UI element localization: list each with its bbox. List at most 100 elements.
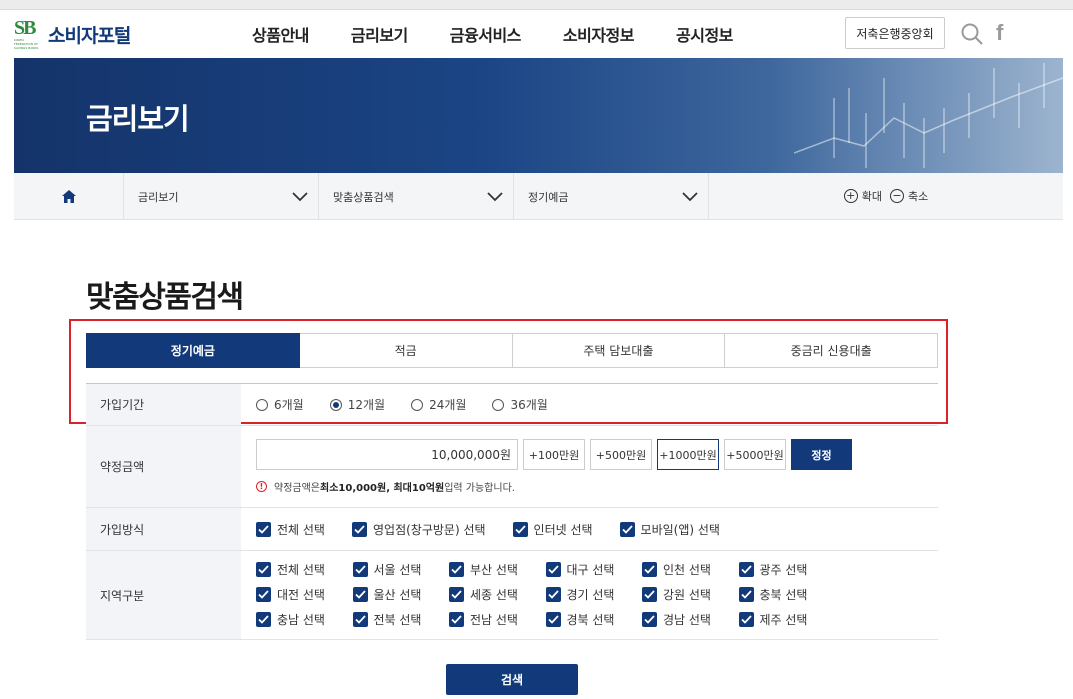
period-row: 가입기간 6개월 12개월 24개월 36개월 xyxy=(86,384,938,426)
search-form: 가입기간 6개월 12개월 24개월 36개월 약정금액 10,000,000원… xyxy=(86,383,938,640)
amount-row: 약정금액 10,000,000원 +100만원 +500만원 +1000만원 +… xyxy=(86,426,938,508)
menu-item-rates[interactable]: 금리보기 xyxy=(351,22,408,46)
region-checkbox[interactable]: 강원 선택 xyxy=(642,586,739,603)
period-radio-12m[interactable]: 12개월 xyxy=(329,396,386,413)
plus-circle-icon: + xyxy=(843,189,858,203)
radio-icon xyxy=(411,398,424,411)
checkbox-checked-icon xyxy=(449,612,464,627)
breadcrumb-level1[interactable]: 금리보기 xyxy=(124,173,319,220)
banner-title: 금리보기 xyxy=(86,102,190,136)
region-row: 지역구분 전체 선택 서울 선택 부산 선택 대구 선택 인천 선택 광주 선택대전 선택… xyxy=(86,551,938,640)
association-button[interactable]: 저축은행중앙회 xyxy=(845,17,945,49)
breadcrumb-level2[interactable]: 맞춤상품검색 xyxy=(319,173,514,220)
checkbox-checked-icon xyxy=(642,612,657,627)
global-navigation: SB KOREA FEDERATION OF SAVINGS BANKS 소비자… xyxy=(0,10,1073,58)
region-checkbox[interactable]: 경북 선택 xyxy=(545,611,643,628)
amount-wrap: 10,000,000원 +100만원 +500만원 +1000만원 +5000만… xyxy=(256,439,852,494)
region-checkbox[interactable]: 광주 선택 xyxy=(738,561,836,578)
home-button[interactable] xyxy=(14,173,124,220)
logo-text: 소비자포털 xyxy=(48,24,131,47)
add-500-button[interactable]: +500만원 xyxy=(590,439,652,470)
period-radio-24m[interactable]: 24개월 xyxy=(411,396,466,413)
region-checkbox[interactable]: 충남 선택 xyxy=(256,611,353,628)
zoom-in-button[interactable]: + 확대 xyxy=(843,188,882,204)
amount-input[interactable]: 10,000,000원 xyxy=(256,439,518,470)
menu-item-products[interactable]: 상품안내 xyxy=(252,22,309,46)
region-checkbox-grid: 전체 선택 서울 선택 부산 선택 대구 선택 인천 선택 광주 선택대전 선택 울산 선택… xyxy=(256,551,835,639)
method-checkbox-branch[interactable]: 영업점(창구방문) 선택 xyxy=(351,521,486,538)
tab-mortgage-loan[interactable]: 주택 담보대출 xyxy=(512,333,726,368)
region-checkbox[interactable]: 전북 선택 xyxy=(352,611,450,628)
minus-circle-icon: − xyxy=(890,189,904,203)
region-checkbox[interactable]: 대전 선택 xyxy=(256,586,353,603)
checkbox-checked-icon xyxy=(256,521,271,537)
amount-label: 약정금액 xyxy=(86,426,241,507)
menu-item-consumer-info[interactable]: 소비자정보 xyxy=(563,22,635,46)
region-checkbox[interactable]: 서울 선택 xyxy=(352,561,450,578)
site-logo[interactable]: SB KOREA FEDERATION OF SAVINGS BANKS 소비자… xyxy=(14,17,131,50)
browser-top-strip xyxy=(0,0,1073,10)
region-checkbox[interactable]: 부산 선택 xyxy=(449,561,546,578)
page-title: 맞춤상품검색 xyxy=(86,280,244,315)
confirm-amount-button[interactable]: 정정 xyxy=(791,439,852,470)
amount-controls: 10,000,000원 +100만원 +500만원 +1000만원 +5000만… xyxy=(241,426,938,507)
menu-item-financial-services[interactable]: 금융서비스 xyxy=(450,22,522,46)
region-checkbox[interactable]: 경남 선택 xyxy=(642,611,739,628)
chevron-down-icon xyxy=(487,191,503,201)
amount-line: 10,000,000원 +100만원 +500만원 +1000만원 +5000만… xyxy=(256,439,852,470)
period-label: 가입기간 xyxy=(86,384,241,425)
add-100-button[interactable]: +100만원 xyxy=(523,439,585,470)
method-options: 전체 선택 영업점(창구방문) 선택 인터넷 선택 모바일(앱) 선택 xyxy=(241,508,938,550)
chevron-down-icon xyxy=(292,191,308,201)
facebook-icon[interactable]: f xyxy=(996,21,1012,45)
checkbox-checked-icon xyxy=(256,562,271,577)
region-checkbox[interactable]: 충북 선택 xyxy=(738,586,836,603)
period-radio-36m[interactable]: 36개월 xyxy=(492,396,548,413)
region-checkbox[interactable]: 제주 선택 xyxy=(738,611,836,628)
checkbox-checked-icon xyxy=(738,587,754,602)
checkbox-label: 대전 선택 xyxy=(277,588,325,602)
region-checkbox[interactable]: 세종 선택 xyxy=(449,586,546,603)
region-checkbox[interactable]: 경기 선택 xyxy=(545,586,643,603)
region-checkbox[interactable]: 대구 선택 xyxy=(545,561,643,578)
method-checkbox-internet[interactable]: 인터넷 선택 xyxy=(512,521,593,538)
region-checkbox[interactable]: 울산 선택 xyxy=(352,586,450,603)
checkbox-label: 광주 선택 xyxy=(759,563,808,577)
checkbox-checked-icon xyxy=(738,612,754,627)
region-checkbox[interactable]: 전체 선택 xyxy=(256,561,353,578)
region-label: 지역구분 xyxy=(86,551,241,639)
checkbox-checked-icon xyxy=(352,587,368,602)
checkbox-checked-icon xyxy=(619,521,635,537)
region-checkbox[interactable]: 인천 선택 xyxy=(642,561,739,578)
method-checkbox-all[interactable]: 전체 선택 xyxy=(256,521,325,538)
checkbox-label: 울산 선택 xyxy=(373,588,422,602)
main-menu: 상품안내 금리보기 금융서비스 소비자정보 공시정보 xyxy=(252,22,775,46)
radio-label: 12개월 xyxy=(347,398,386,412)
checkbox-label: 제주 선택 xyxy=(759,613,808,627)
zoom-controls: + 확대 − 축소 xyxy=(709,173,1063,219)
breadcrumb-level3[interactable]: 정기예금 xyxy=(514,173,709,220)
note-bold: 최소10,000원, 최대10억원 xyxy=(320,483,445,494)
checkbox-checked-icon xyxy=(256,612,271,627)
checkbox-label: 인천 선택 xyxy=(663,563,711,577)
region-checkbox[interactable]: 전남 선택 xyxy=(449,611,546,628)
region-options: 전체 선택 서울 선택 부산 선택 대구 선택 인천 선택 광주 선택대전 선택 울산 선택… xyxy=(241,551,938,639)
search-button[interactable]: 검색 xyxy=(446,664,578,695)
add-1000-button[interactable]: +1000만원 xyxy=(657,439,719,470)
tab-installment-savings[interactable]: 적금 xyxy=(299,333,513,368)
zoom-out-button[interactable]: − 축소 xyxy=(890,188,928,204)
checkbox-checked-icon xyxy=(449,562,464,577)
tab-fixed-deposit[interactable]: 정기예금 xyxy=(86,333,300,368)
checkbox-label: 강원 선택 xyxy=(663,588,711,602)
product-tabs: 정기예금 적금 주택 담보대출 중금리 신용대출 xyxy=(86,333,938,368)
add-5000-button[interactable]: +5000만원 xyxy=(724,439,786,470)
period-radio-6m[interactable]: 6개월 xyxy=(256,396,304,413)
tab-mid-rate-credit-loan[interactable]: 중금리 신용대출 xyxy=(725,333,938,368)
checkbox-label: 전체 선택 xyxy=(277,563,325,577)
method-checkbox-mobile[interactable]: 모바일(앱) 선택 xyxy=(619,521,720,538)
radio-label: 6개월 xyxy=(274,398,304,412)
checkbox-label: 경남 선택 xyxy=(663,613,711,627)
logo-mark-text: SB xyxy=(14,17,36,39)
search-icon[interactable] xyxy=(960,22,984,46)
menu-item-disclosure[interactable]: 공시정보 xyxy=(676,22,733,46)
